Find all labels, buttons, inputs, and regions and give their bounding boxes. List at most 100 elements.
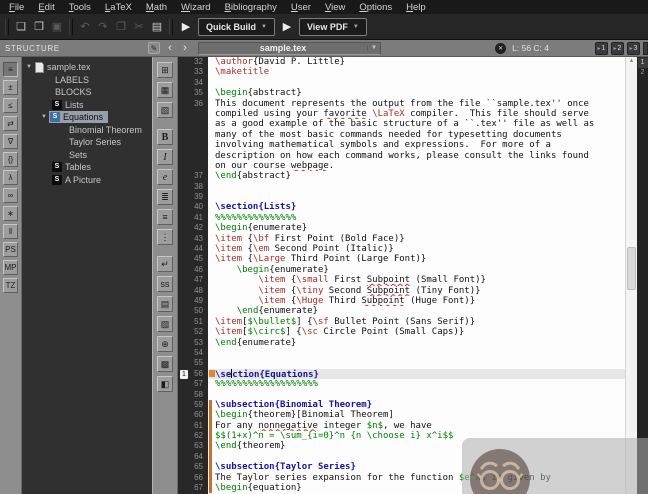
code-line-53[interactable]: \end{enumerate} [208, 338, 625, 348]
tree-item-blocks[interactable]: BLOCKS [22, 86, 152, 99]
code-line-51[interactable]: \item[$\bullet$] {\sf Bullet Point (Sans… [208, 317, 625, 327]
previous-document-icon[interactable]: ‹ [164, 42, 176, 54]
code-line-37[interactable]: \end{abstract} [208, 171, 625, 181]
figure-env-icon[interactable]: ▨ [157, 316, 173, 332]
line-number-62[interactable]: 62 [178, 431, 208, 441]
structure-tab[interactable]: ≡ [3, 62, 18, 77]
tree-item-binomial-theorem[interactable]: Binomial Theorem [22, 124, 152, 137]
tree-item-sample.tex[interactable]: ▼sample.tex [22, 61, 152, 74]
stop-icon[interactable]: ✕ [495, 43, 506, 54]
code-line-32[interactable]: \author{David P. Little} [208, 57, 625, 67]
line-number-wrap[interactable] [178, 151, 208, 161]
menu-bibliography[interactable]: Bibliography [218, 2, 284, 13]
code-line-39[interactable] [208, 192, 625, 202]
line-number-47[interactable]: 47 [178, 275, 208, 285]
menu-user[interactable]: User [284, 2, 318, 13]
operators-tab[interactable]: ‖ [3, 224, 18, 239]
line-number-32[interactable]: 32 [178, 57, 208, 67]
code-line-wrap[interactable]: on our course webpage. [208, 161, 625, 171]
bookmark-2-button[interactable]: ▸2 [611, 42, 624, 55]
code-line-62[interactable]: $$(1+x)^n = \sum_{i=0}^n {n \choose i} x… [208, 431, 625, 441]
code-line-46[interactable]: \begin{enumerate} [208, 265, 625, 275]
code-line-61[interactable]: For any nonnegative integer $n$, we have [208, 421, 625, 431]
scroll-up-icon[interactable]: ▲ [626, 58, 637, 64]
document-selector[interactable]: sample.tex ▼ [198, 42, 381, 55]
editor-scrollbar[interactable]: ▲ [625, 57, 637, 494]
greek-letters-tab[interactable]: λ [3, 170, 18, 185]
tree-item-taylor-series[interactable]: Taylor Series [22, 136, 152, 149]
line-number-65[interactable]: 65 [178, 462, 208, 472]
line-number-63[interactable]: 63 [178, 441, 208, 451]
line-number-64[interactable]: 64 [178, 452, 208, 462]
line-number-wrap[interactable] [178, 119, 208, 129]
toolbar-grip[interactable] [5, 19, 9, 35]
next-document-icon[interactable]: › [179, 42, 191, 54]
relation-symbols-tab[interactable]: ≤ [3, 98, 18, 113]
misc-symbols-tab[interactable]: ∞ [3, 188, 18, 203]
menu-view[interactable]: View [318, 2, 352, 13]
quick-build-run-icon[interactable]: ▶ [178, 20, 194, 33]
code-line-45[interactable]: \item {\Large Third Point (Large Font)} [208, 254, 625, 264]
line-number-wrap[interactable] [178, 130, 208, 140]
code-line-44[interactable]: \item {\em Second Point (Italic)} [208, 244, 625, 254]
edit-structure-icon[interactable]: ✎ [148, 42, 160, 54]
line-number-34[interactable]: 34 [178, 78, 208, 88]
line-number-53[interactable]: 53 [178, 338, 208, 348]
code-line-47[interactable]: \item {\small First Subpoint (Small Font… [208, 275, 625, 285]
code-line-41[interactable]: %%%%%%%%%%%%%%% [208, 213, 625, 223]
line-number-66[interactable]: 66 [178, 473, 208, 483]
line-number-48[interactable]: 48 [178, 286, 208, 296]
enumerate-icon[interactable]: ≡ [157, 209, 173, 225]
bold-icon[interactable]: B [157, 129, 173, 145]
misc-text-tab[interactable]: ∗ [3, 206, 18, 221]
line-number-wrap[interactable] [178, 140, 208, 150]
insert-array-icon[interactable]: ▦ [157, 82, 173, 98]
line-number-36[interactable]: 36 [178, 99, 208, 109]
line-number-46[interactable]: 46 [178, 265, 208, 275]
code-line-49[interactable]: \item {\Huge Third Subpoint (Huge Font)} [208, 296, 625, 306]
save-icon[interactable]: ▣ [48, 18, 66, 36]
line-number-44[interactable]: 44 [178, 244, 208, 254]
view-pdf-run-icon[interactable]: ▶ [279, 20, 295, 33]
tree-item-a-picture[interactable]: SA Picture [22, 174, 152, 187]
code-line-48[interactable]: \item {\tiny Second Subpoint (Tiny Font)… [208, 286, 625, 296]
code-line-67[interactable]: \begin{equation} [208, 483, 625, 493]
matrix-icon[interactable]: ▩ [157, 356, 173, 372]
expand-arrow-icon[interactable]: ▼ [24, 64, 34, 70]
line-number-43[interactable]: 43 [178, 234, 208, 244]
code-line-57[interactable]: %%%%%%%%%%%%%%%%%%% [208, 379, 625, 389]
tree-item-labels[interactable]: LABELS [22, 74, 152, 87]
italic-icon[interactable]: I [157, 149, 173, 165]
tree-item-sets[interactable]: Sets [22, 149, 152, 162]
line-number-50[interactable]: 50 [178, 306, 208, 316]
code-line-40[interactable]: \section{Lists} [208, 202, 625, 212]
cross-ref-icon[interactable]: ⊕ [157, 336, 173, 352]
line-number-67[interactable]: 67 [178, 483, 208, 493]
line-number-45[interactable]: 45 [178, 254, 208, 264]
misc-math-tab[interactable]: ∇ [3, 134, 18, 149]
line-number-49[interactable]: 49 [178, 296, 208, 306]
metapost-tab[interactable]: MP [3, 260, 18, 275]
menu-wizard[interactable]: Wizard [174, 2, 218, 13]
bookmark-3-button[interactable]: ▸3 [627, 42, 640, 55]
menu-edit[interactable]: Edit [31, 2, 61, 13]
code-line-wrap[interactable]: as a good example of the basic structure… [208, 119, 625, 129]
code-line-60[interactable]: \begin{theorem}[Binomial Theorem] [208, 410, 625, 420]
code-line-64[interactable] [208, 452, 625, 462]
line-number-60[interactable]: 60 [178, 410, 208, 420]
code-line-wrap[interactable]: many of the most basic commands needed f… [208, 130, 625, 140]
frequent-symbols-tab[interactable]: ± [3, 80, 18, 95]
code-line-43[interactable]: \item {\bf First Point (Bold Face)} [208, 234, 625, 244]
bookmark-marker[interactable]: 1 [180, 370, 188, 379]
emph-icon[interactable]: e [157, 169, 173, 185]
description-icon[interactable]: ⋮ [157, 229, 173, 245]
line-number-58[interactable]: 58 [178, 390, 208, 400]
line-number-51[interactable]: 51 [178, 317, 208, 327]
view-pdf-button[interactable]: View PDF ▼ [299, 18, 367, 36]
code-line-42[interactable]: \begin{enumerate} [208, 223, 625, 233]
structure-tree[interactable]: ▼sample.texLABELSBLOCKSSLists▼SEquations… [22, 57, 152, 494]
tree-item-equations[interactable]: ▼SEquations [22, 111, 152, 124]
frame-icon[interactable]: ◧ [157, 376, 173, 392]
menu-file[interactable]: File [2, 2, 31, 13]
line-number-42[interactable]: 42 [178, 223, 208, 233]
